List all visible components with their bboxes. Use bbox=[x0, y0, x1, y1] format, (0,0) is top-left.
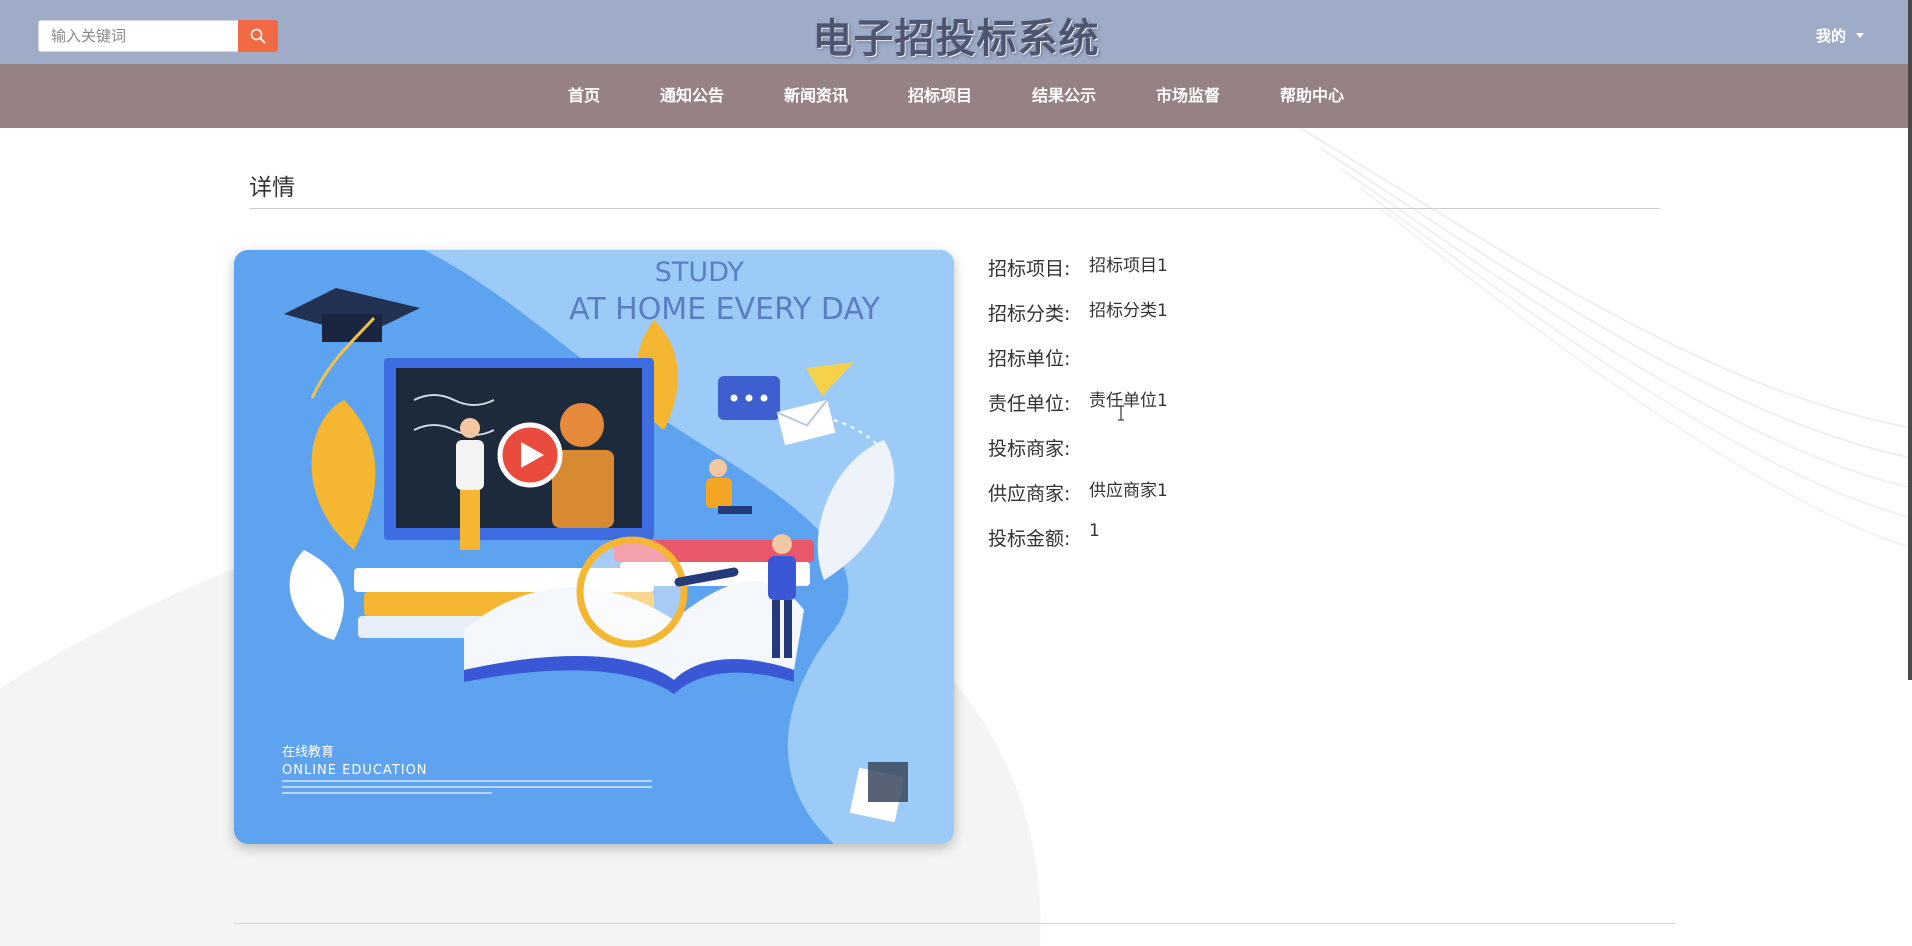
nav-item-notices[interactable]: 通知公告 bbox=[630, 64, 754, 128]
text-cursor-icon bbox=[1118, 405, 1124, 421]
online-education-illustration: STUDY AT HOME EVERY DAY 在线教育 ONLINE EDUC… bbox=[234, 250, 954, 844]
search-input[interactable] bbox=[38, 20, 238, 52]
field-value: 招标分类1 bbox=[1089, 301, 1168, 321]
field-label: 招标项目: bbox=[988, 258, 1071, 280]
nav-item-help-center[interactable]: 帮助中心 bbox=[1250, 64, 1374, 128]
field-label: 责任单位: bbox=[988, 393, 1071, 415]
image-caption-en: ONLINE EDUCATION bbox=[282, 763, 428, 778]
caret-down-icon bbox=[1856, 32, 1864, 38]
divider bbox=[234, 923, 1675, 924]
field-value: 责任单位1 bbox=[1089, 391, 1168, 411]
project-image: STUDY AT HOME EVERY DAY 在线教育 ONLINE EDUC… bbox=[234, 250, 954, 844]
image-heading-2: AT HOME EVERY DAY bbox=[569, 292, 881, 327]
user-menu-label: 我的 bbox=[1815, 27, 1846, 45]
image-heading-1: STUDY bbox=[655, 257, 745, 288]
image-caption-cn: 在线教育 bbox=[282, 744, 334, 760]
nav-item-home[interactable]: 首页 bbox=[538, 64, 630, 128]
search-icon bbox=[250, 28, 266, 44]
section-title: 详情 bbox=[249, 175, 295, 201]
top-header: 电子招投标系统 我的 bbox=[0, 0, 1912, 64]
field-label: 投标金额: bbox=[988, 528, 1071, 550]
main-nav: 首页 通知公告 新闻资讯 招标项目 结果公示 市场监督 帮助中心 bbox=[0, 64, 1912, 128]
nav-item-tender-projects[interactable]: 招标项目 bbox=[878, 64, 1002, 128]
field-label: 招标单位: bbox=[988, 348, 1071, 370]
field-value: 1 bbox=[1089, 521, 1100, 541]
field-value: 招标项目1 bbox=[1089, 256, 1168, 276]
magnifier-icon bbox=[576, 536, 688, 648]
site-title: 电子招投标系统 bbox=[812, 16, 1100, 62]
nav-item-results[interactable]: 结果公示 bbox=[1002, 64, 1126, 128]
page-scrollbar[interactable] bbox=[1908, 0, 1912, 680]
search-button[interactable] bbox=[238, 20, 278, 52]
nav-item-news[interactable]: 新闻资讯 bbox=[754, 64, 878, 128]
field-label: 供应商家: bbox=[988, 483, 1071, 505]
user-menu[interactable]: 我的 bbox=[1816, 24, 1864, 46]
field-label: 投标商家: bbox=[988, 438, 1071, 460]
field-label: 招标分类: bbox=[988, 303, 1071, 325]
divider bbox=[249, 208, 1660, 209]
nav-item-market-supervision[interactable]: 市场监督 bbox=[1126, 64, 1250, 128]
field-value: 供应商家1 bbox=[1089, 481, 1168, 501]
